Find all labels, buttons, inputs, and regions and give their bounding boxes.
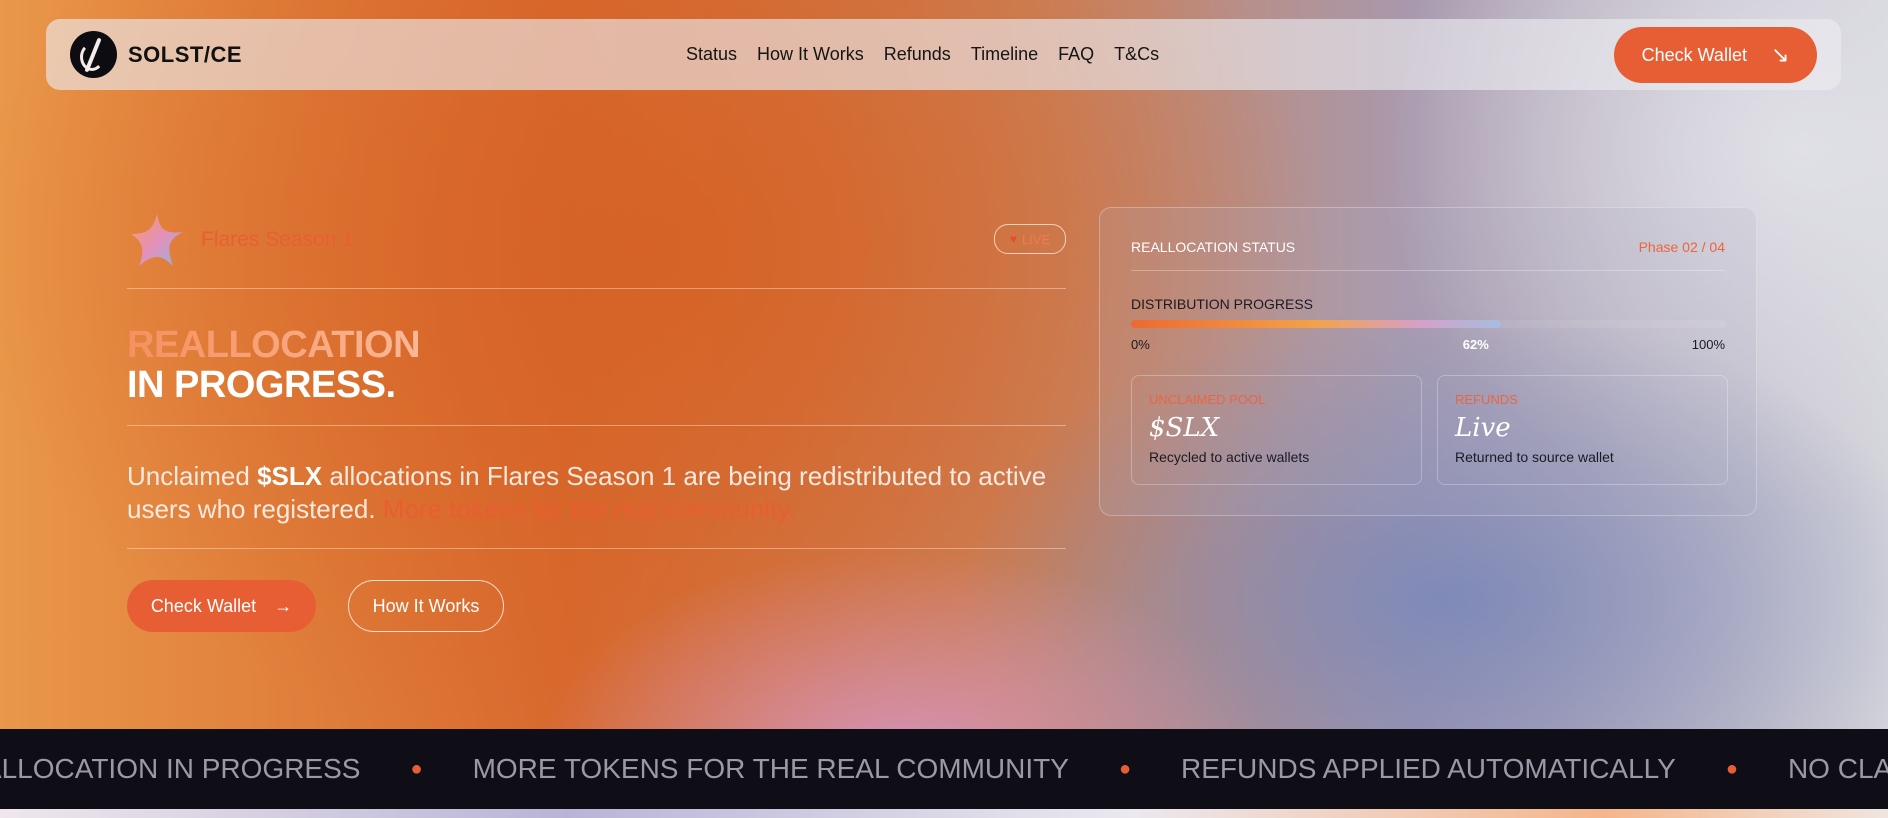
arrow-right-icon: →	[274, 595, 293, 616]
brand-name: SOLST/CE	[128, 41, 243, 67]
how-it-works-button[interactable]: How It Works	[348, 580, 504, 632]
nav-link-faq[interactable]: FAQ	[1058, 44, 1094, 65]
unclaimed-pool-card: UNCLAIMED POOL $SLX Recycled to active w…	[1131, 375, 1422, 485]
bullet-icon: ●	[1118, 757, 1132, 780]
progress-current: 62%	[1462, 337, 1489, 352]
card-subtitle: Recycled to active wallets	[1149, 449, 1310, 465]
announcement-ticker: REALLOCATION IN PROGRESS ● MORE TOKENS F…	[0, 729, 1888, 809]
hero-description: Unclaimed $SLX allocations in Flares Sea…	[127, 460, 1066, 526]
ticker-item: REFUNDS APPLIED AUTOMATICALLY	[1181, 753, 1676, 784]
card-value: Live	[1455, 413, 1511, 443]
check-wallet-button[interactable]: Check Wallet →	[127, 580, 316, 632]
ticker-item: MORE TOKENS FOR THE REAL COMMUNITY	[472, 753, 1069, 784]
check-wallet-label: Check Wallet	[150, 595, 257, 616]
nav-link-terms[interactable]: T&Cs	[1114, 44, 1159, 65]
divider	[1131, 270, 1725, 271]
nav-link-status[interactable]: Status	[686, 44, 737, 65]
solstice-logo-icon	[70, 31, 117, 78]
bullet-icon: ●	[1725, 757, 1738, 780]
phase-indicator: Phase 02 / 04	[1638, 239, 1725, 255]
progress-label: DISTRIBUTION PROGRESS	[1131, 296, 1314, 312]
live-badge: ♥ LIVE	[994, 224, 1066, 254]
reallocation-status-panel: REALLOCATION STATUS Phase 02 / 04 DISTRI…	[1099, 207, 1757, 516]
card-value: $SLX	[1149, 413, 1220, 443]
divider	[127, 425, 1066, 426]
panel-title: REALLOCATION STATUS	[1131, 239, 1296, 255]
progress-fill	[1131, 320, 1501, 328]
nav-links: Status How It Works Refunds Timeline FAQ…	[686, 19, 1159, 90]
hero-buttons: Check Wallet → How It Works	[127, 580, 504, 632]
progress-min: 0%	[1131, 337, 1150, 352]
card-label: REFUNDS	[1455, 392, 1518, 407]
nav-check-wallet-button[interactable]: Check Wallet ↘	[1614, 27, 1817, 83]
nav-link-timeline[interactable]: Timeline	[971, 44, 1038, 65]
desc-token: $SLX	[257, 461, 323, 491]
top-navbar: SOLST/CE Status How It Works Refunds Tim…	[46, 19, 1841, 90]
bullet-icon: ●	[410, 757, 423, 780]
star-icon	[131, 214, 183, 266]
divider	[127, 548, 1066, 549]
panel-header: REALLOCATION STATUS Phase 02 / 04	[1131, 239, 1725, 255]
brand-logo[interactable]: SOLST/CE	[70, 31, 242, 78]
heart-icon: ♥	[1009, 232, 1017, 246]
nav-link-how-it-works[interactable]: How It Works	[757, 44, 864, 65]
hero-title-line1: REALLOCATION	[127, 325, 1066, 365]
nav-check-wallet-label: Check Wallet	[1641, 44, 1747, 65]
progress-max: 100%	[1691, 337, 1725, 352]
bottom-gradient-strip	[0, 809, 1888, 818]
desc-pre: Unclaimed	[127, 461, 258, 491]
how-it-works-label: How It Works	[372, 595, 480, 616]
progress-track	[1131, 320, 1727, 328]
desc-highlight: More tokens for the real community.	[382, 494, 796, 524]
ticker-item: REALLOCATION IN PROGRESS	[0, 753, 361, 784]
season-label: Flares Season 1	[201, 228, 354, 251]
divider	[127, 288, 1066, 289]
card-subtitle: Returned to source wallet	[1455, 449, 1614, 465]
live-label: LIVE	[1021, 231, 1051, 247]
ticker-item: NO CLAIM REQUIRED	[1787, 753, 1888, 784]
arrow-down-right-icon: ↘	[1770, 42, 1790, 67]
nav-link-refunds[interactable]: Refunds	[884, 44, 951, 65]
refunds-card: REFUNDS Live Returned to source wallet	[1437, 375, 1728, 485]
hero-section: Flares Season 1 ♥ LIVE REALLOCATION IN P…	[127, 210, 1066, 549]
card-label: UNCLAIMED POOL	[1149, 392, 1266, 407]
ticker-row: REALLOCATION IN PROGRESS ● MORE TOKENS F…	[0, 729, 1888, 809]
hero-title-line2: IN PROGRESS.	[127, 364, 396, 406]
season-header: Flares Season 1 ♥ LIVE	[127, 210, 1066, 270]
